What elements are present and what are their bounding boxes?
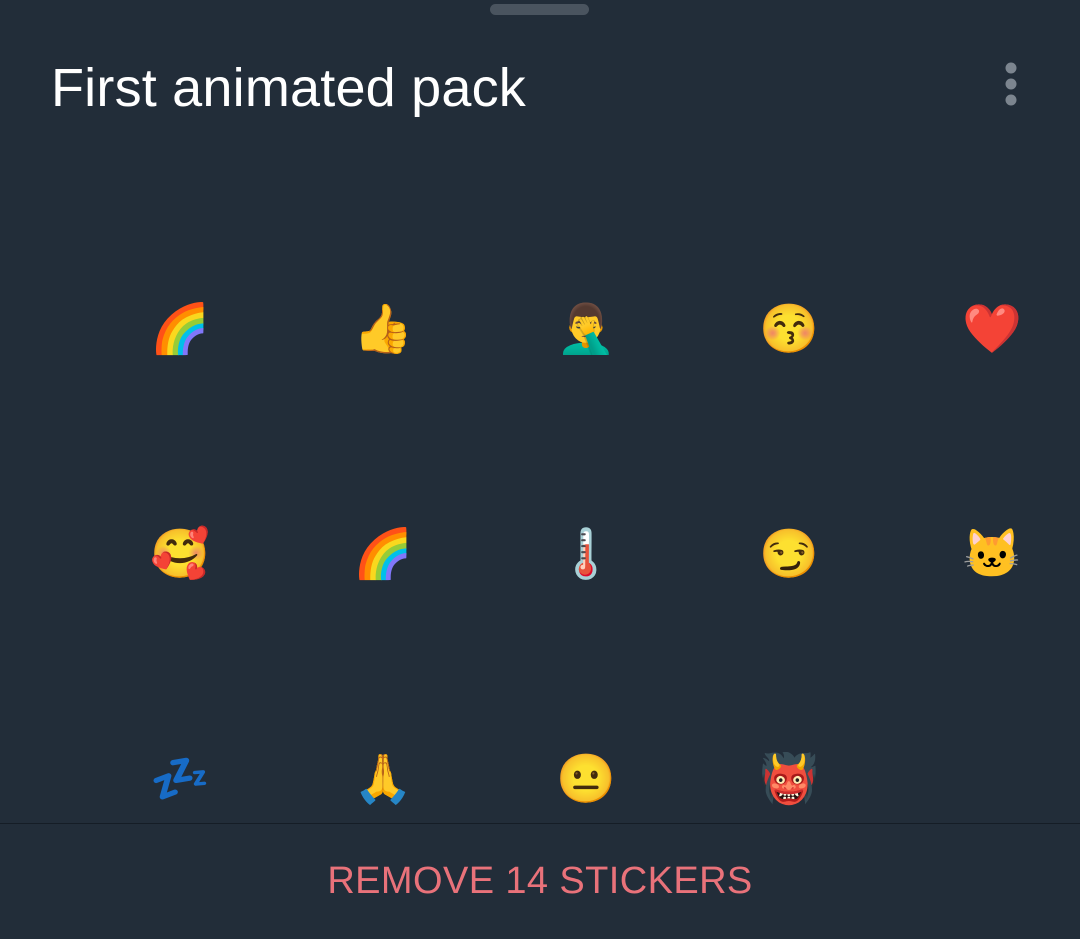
thumbs-up-icon: 👍 xyxy=(353,303,413,356)
sticker-item[interactable]: 🙏 xyxy=(282,667,485,823)
sticker-item[interactable]: 🌈 xyxy=(282,442,485,668)
zzz-icon: 💤 xyxy=(150,753,210,806)
ogre-icon: 👹 xyxy=(759,753,819,806)
red-heart-icon: ❤️ xyxy=(962,303,1022,356)
sticker-item[interactable]: 💤 xyxy=(79,667,282,823)
drag-handle[interactable] xyxy=(490,4,589,15)
more-options-button[interactable] xyxy=(990,58,1032,114)
thermometer-icon: 🌡️ xyxy=(556,528,616,581)
sticker-item[interactable]: 🤦‍♂️ xyxy=(485,217,688,443)
sticker-item[interactable]: 👍 xyxy=(282,217,485,443)
pack-title: First animated pack xyxy=(51,58,526,118)
sticker-item[interactable]: 🐱 xyxy=(891,442,1080,668)
smiling-face-with-hearts-icon: 🥰 xyxy=(150,528,210,581)
facepalm-icon: 🤦‍♂️ xyxy=(556,303,616,356)
rainbow-icon: 🌈 xyxy=(150,303,210,356)
sticker-item[interactable]: 🌡️ xyxy=(485,442,688,668)
kissing-face-icon: 😚 xyxy=(759,303,819,356)
sticker-item[interactable]: 🌈 xyxy=(79,217,282,443)
sticker-item[interactable]: 😏 xyxy=(688,442,891,668)
remove-stickers-button[interactable]: REMOVE 14 STICKERS xyxy=(0,824,1080,939)
smirking-face-icon: 😏 xyxy=(759,528,819,581)
more-vertical-icon xyxy=(1005,62,1017,106)
sticker-item[interactable]: 😚 xyxy=(688,217,891,443)
remove-stickers-label: REMOVE 14 STICKERS xyxy=(327,860,753,902)
cat-face-icon: 🐱 xyxy=(962,528,1022,581)
sticker-pack-sheet: First animated pack 🌈 👍 🤦‍♂️ 😚 ❤️ 🥰 🌈 🌡️ 😏 🐱 💤 🙏 😐 👹 … xyxy=(0,0,1080,939)
rainbow-icon: 🌈 xyxy=(353,528,413,581)
sticker-grid: 🌈 👍 🤦‍♂️ 😚 ❤️ 🥰 🌈 🌡️ 😏 🐱 💤 🙏 😐 👹 xyxy=(0,160,1080,823)
neutral-face-icon: 😐 xyxy=(556,753,616,806)
folded-hands-icon: 🙏 xyxy=(353,753,413,806)
sticker-item[interactable]: 😐 xyxy=(485,667,688,823)
sticker-item[interactable]: ❤️ xyxy=(891,217,1080,443)
sticker-item[interactable]: 👹 xyxy=(688,667,891,823)
sticker-item[interactable]: 🥰 xyxy=(79,442,282,668)
